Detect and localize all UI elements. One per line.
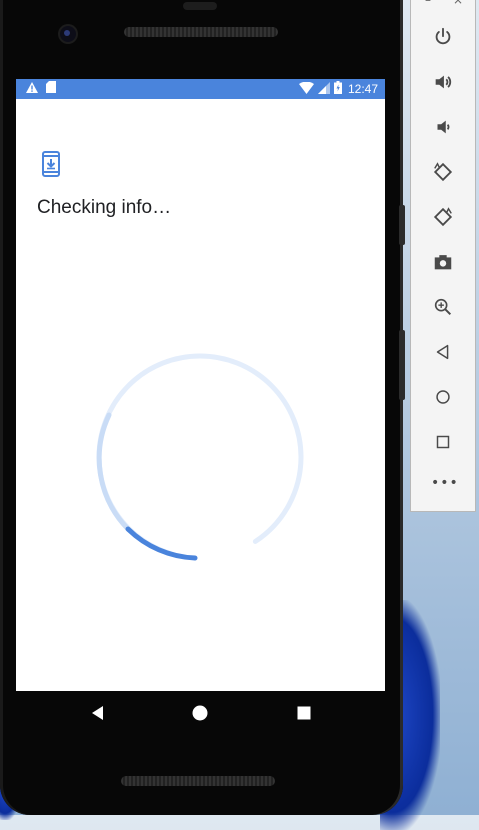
home-icon xyxy=(192,705,208,721)
nav-home-button[interactable] xyxy=(190,703,210,723)
wifi-icon xyxy=(298,81,314,97)
minimize-icon[interactable]: – xyxy=(425,0,431,6)
power-button[interactable] xyxy=(431,25,455,49)
recents-icon xyxy=(297,706,311,720)
nav-bar xyxy=(16,691,385,735)
loading-spinner xyxy=(96,353,304,561)
phone-screen: 12:47 Checking info… xyxy=(16,79,385,691)
back-icon xyxy=(92,706,103,720)
phone-top-slot xyxy=(183,2,217,10)
back-button[interactable] xyxy=(431,340,455,364)
zoom-in-icon xyxy=(434,298,452,316)
home-icon xyxy=(436,390,450,404)
side-button-lower[interactable] xyxy=(399,330,405,400)
more-button[interactable]: ••• xyxy=(431,476,458,490)
side-button-upper[interactable] xyxy=(399,205,405,245)
status-bar: 12:47 xyxy=(16,79,385,99)
phone-download-icon xyxy=(42,151,60,177)
volume-down-button[interactable] xyxy=(431,115,455,139)
alert-icon xyxy=(26,81,38,96)
power-icon xyxy=(435,27,451,45)
page-title: Checking info… xyxy=(37,197,172,218)
bottom-speaker xyxy=(121,776,275,786)
nav-back-button[interactable] xyxy=(88,703,108,723)
home-button[interactable] xyxy=(431,385,455,409)
sd-card-icon xyxy=(46,81,56,96)
rotate-left-icon xyxy=(433,162,453,182)
front-camera xyxy=(60,26,76,42)
status-time: 12:47 xyxy=(347,82,378,96)
zoom-button[interactable] xyxy=(431,295,455,319)
overview-button[interactable] xyxy=(431,430,455,454)
battery-icon xyxy=(333,81,342,97)
rotate-right-icon xyxy=(433,207,453,227)
earpiece-speaker xyxy=(124,27,278,37)
volume-up-button[interactable] xyxy=(431,70,455,94)
volume-up-icon xyxy=(435,75,452,89)
rotate-right-button[interactable] xyxy=(431,205,455,229)
screenshot-button[interactable] xyxy=(431,250,455,274)
camera-icon xyxy=(434,255,452,270)
volume-down-icon xyxy=(437,120,450,134)
back-icon xyxy=(436,344,449,360)
signal-icon xyxy=(317,81,330,97)
overview-icon xyxy=(436,435,450,449)
rotate-left-button[interactable] xyxy=(431,160,455,184)
more-icon: ••• xyxy=(431,475,459,491)
nav-recents-button[interactable] xyxy=(294,703,314,723)
phone-frame: 12:47 Checking info… xyxy=(0,0,405,815)
emulator-toolbar: – × ••• xyxy=(410,0,476,512)
close-icon[interactable]: × xyxy=(453,0,463,6)
